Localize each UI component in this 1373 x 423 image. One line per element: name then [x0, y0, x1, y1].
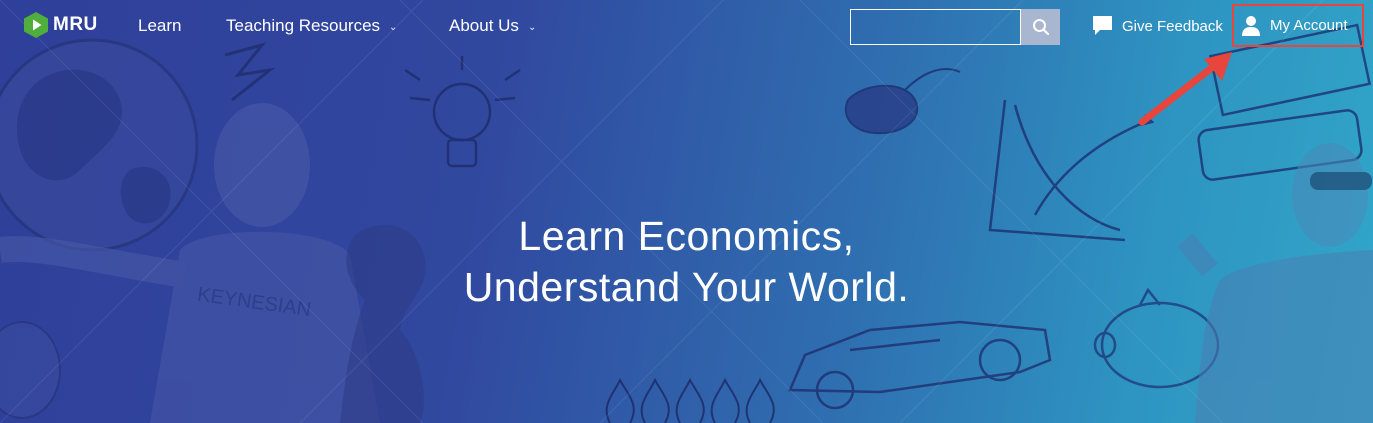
flames-illustration: [605, 377, 775, 423]
top-navigation: MRU Learn Teaching Resources ⌄ About Us …: [0, 0, 1373, 52]
lightbulb-illustration: [404, 56, 521, 168]
nav-about-us-label: About Us: [449, 16, 519, 35]
nav-learn-label: Learn: [138, 16, 182, 35]
hero-headline-line1: Learn Economics,: [518, 213, 855, 260]
my-account-link[interactable]: My Account: [1232, 4, 1364, 47]
lightning-illustration: [224, 42, 276, 102]
nav-teaching-resources-label: Teaching Resources: [226, 16, 381, 35]
nav-teaching-resources[interactable]: Teaching Resources ⌄: [226, 16, 397, 36]
my-account-label: My Account: [1270, 17, 1348, 34]
search-form: [850, 9, 1060, 45]
search-icon: [1032, 19, 1049, 36]
car-illustration: [788, 320, 1052, 410]
meteor-illustration: [845, 68, 961, 135]
mru-logo-link[interactable]: MRU: [24, 12, 98, 38]
search-input[interactable]: [850, 9, 1021, 45]
chevron-down-icon: ⌄: [527, 21, 537, 33]
annotation-arrow-icon: [1138, 52, 1232, 126]
speech-bubble-icon: [1093, 16, 1112, 35]
give-feedback-label: Give Feedback: [1122, 17, 1223, 35]
brain-illustration: [0, 321, 61, 419]
chevron-down-icon: ⌄: [389, 21, 398, 33]
hero-banner: KEYNESIAN MRU Learn Teaching Resources ⌄…: [0, 0, 1373, 423]
nav-learn[interactable]: Learn: [138, 16, 181, 36]
hero-headline-line2: Understand Your World.: [463, 264, 910, 311]
search-button[interactable]: [1021, 9, 1060, 45]
give-feedback-link[interactable]: Give Feedback: [1092, 15, 1223, 37]
play-hexagon-icon: [24, 12, 48, 38]
hero-headline: Learn Economics, Understand Your World.: [0, 211, 1373, 313]
nav-about-us[interactable]: About Us ⌄: [449, 16, 536, 36]
user-icon: [1242, 15, 1260, 36]
logo-text: MRU: [53, 14, 98, 35]
